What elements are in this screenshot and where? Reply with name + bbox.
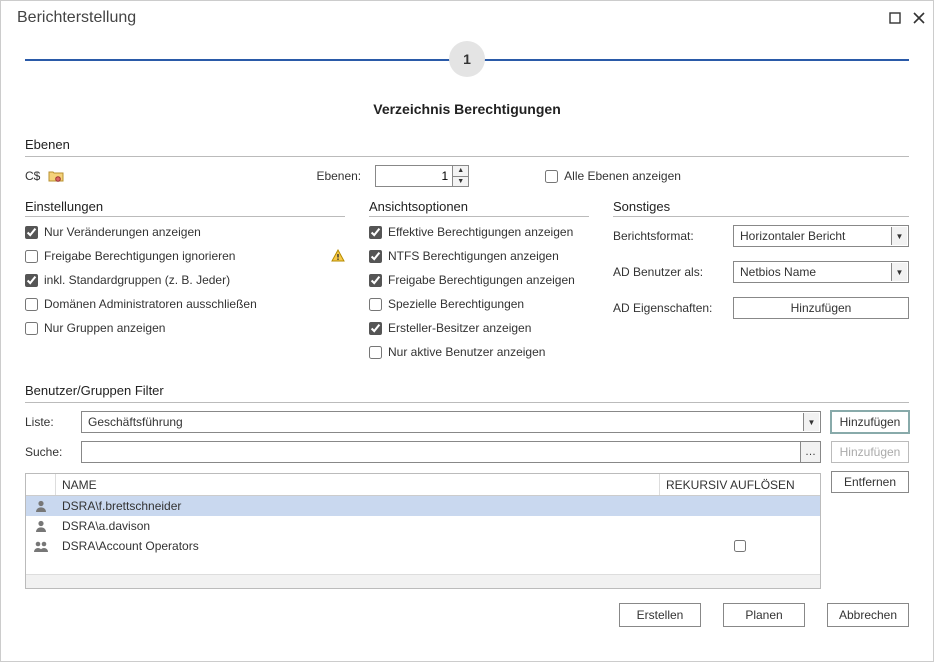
viewopt-checkbox-1[interactable] <box>369 250 382 263</box>
viewopt-item-3[interactable]: Spezielle Berechtigungen <box>369 297 589 311</box>
share-name: C$ <box>25 169 40 183</box>
step-1: 1 <box>449 41 485 77</box>
viewopt-item-4[interactable]: Ersteller-Besitzer anzeigen <box>369 321 589 335</box>
settings-item-4[interactable]: Nur Gruppen anzeigen <box>25 321 345 335</box>
column-header-name[interactable]: NAME <box>56 474 660 495</box>
viewopt-item-0[interactable]: Effektive Berechtigungen anzeigen <box>369 225 589 239</box>
viewopt-checkbox-4[interactable] <box>369 322 382 335</box>
page-title: Verzeichnis Berechtigungen <box>25 101 909 117</box>
report-dialog: Berichterstellung 1 Verzeichnis Berechti… <box>0 0 934 662</box>
chevron-down-icon: ▼ <box>891 263 907 281</box>
report-format-value: Horizontaler Bericht <box>740 229 845 243</box>
table-row[interactable]: DSRA\Account Operators <box>26 536 820 556</box>
settings-label-1: Freigabe Berechtigungen ignorieren <box>44 249 235 263</box>
settings-item-2[interactable]: inkl. Standardgruppen (z. B. Jeder) <box>25 273 345 287</box>
row-name: DSRA\a.davison <box>56 519 660 533</box>
group-icon <box>26 539 56 553</box>
row-name: DSRA\Account Operators <box>56 539 660 553</box>
viewopt-label-0: Effektive Berechtigungen anzeigen <box>388 225 573 239</box>
stepper: 1 <box>25 35 909 83</box>
folder-share-icon <box>48 169 64 183</box>
viewopt-item-1[interactable]: NTFS Berechtigungen anzeigen <box>369 249 589 263</box>
report-format-label: Berichtsformat: <box>613 229 723 243</box>
filter-search-add-button: Hinzufügen <box>831 441 909 463</box>
spinner-down-icon[interactable]: ▼ <box>453 177 468 187</box>
close-icon[interactable] <box>913 12 925 24</box>
browse-button[interactable]: … <box>800 442 820 462</box>
filter-list-label: Liste: <box>25 415 71 429</box>
show-all-levels-label: Alle Ebenen anzeigen <box>564 169 681 183</box>
ad-props-add-button[interactable]: Hinzufügen <box>733 297 909 319</box>
show-all-levels-input[interactable] <box>545 170 558 183</box>
viewopt-label-3: Spezielle Berechtigungen <box>388 297 524 311</box>
settings-item-3[interactable]: Domänen Administratoren ausschließen <box>25 297 345 311</box>
filter-search-label: Suche: <box>25 445 71 459</box>
window-title: Berichterstellung <box>17 9 136 27</box>
horizontal-scrollbar[interactable] <box>26 574 820 588</box>
settings-item-1[interactable]: Freigabe Berechtigungen ignorieren <box>25 249 345 263</box>
recursive-checkbox[interactable] <box>734 540 746 552</box>
filter-search-input[interactable] <box>82 442 800 462</box>
filter-table[interactable]: NAME REKURSIV AUFLÖSEN DSRA\f.brettschne… <box>25 473 821 589</box>
settings-label-3: Domänen Administratoren ausschließen <box>44 297 257 311</box>
filter-search-input-wrap: … <box>81 441 821 463</box>
filter-list-value: Geschäftsführung <box>88 415 183 429</box>
levels-label: Ebenen: <box>316 169 361 183</box>
settings-title: Einstellungen <box>25 199 345 214</box>
settings-checkbox-4[interactable] <box>25 322 38 335</box>
ad-user-select[interactable]: Netbios Name ▼ <box>733 261 909 283</box>
viewopt-label-5: Nur aktive Benutzer anzeigen <box>388 345 545 359</box>
show-all-levels-checkbox[interactable]: Alle Ebenen anzeigen <box>545 169 681 183</box>
settings-checkbox-2[interactable] <box>25 274 38 287</box>
levels-spinner[interactable]: ▲ ▼ <box>375 165 469 187</box>
settings-label-4: Nur Gruppen anzeigen <box>44 321 165 335</box>
misc-title: Sonstiges <box>613 199 909 214</box>
row-name: DSRA\f.brettschneider <box>56 499 660 513</box>
viewopts-title: Ansichtsoptionen <box>369 199 589 214</box>
viewopt-checkbox-0[interactable] <box>369 226 382 239</box>
filter-list-select[interactable]: Geschäftsführung ▼ <box>81 411 821 433</box>
maximize-icon[interactable] <box>889 12 901 24</box>
viewopt-item-5[interactable]: Nur aktive Benutzer anzeigen <box>369 345 589 359</box>
chevron-down-icon: ▼ <box>891 227 907 245</box>
ad-user-value: Netbios Name <box>740 265 816 279</box>
settings-item-0[interactable]: Nur Veränderungen anzeigen <box>25 225 345 239</box>
spinner-up-icon[interactable]: ▲ <box>453 166 468 177</box>
share-chip: C$ <box>25 169 64 183</box>
viewopt-checkbox-3[interactable] <box>369 298 382 311</box>
chevron-down-icon: ▼ <box>803 413 819 431</box>
settings-label-0: Nur Veränderungen anzeigen <box>44 225 201 239</box>
levels-section-label: Ebenen <box>25 137 909 152</box>
table-row[interactable]: DSRA\a.davison <box>26 516 820 536</box>
settings-checkbox-1[interactable] <box>25 250 38 263</box>
viewopt-checkbox-5[interactable] <box>369 346 382 359</box>
window-controls <box>889 12 925 24</box>
ad-user-label: AD Benutzer als: <box>613 265 723 279</box>
table-row[interactable]: DSRA\f.brettschneider <box>26 496 820 516</box>
cancel-button[interactable]: Abbrechen <box>827 603 909 627</box>
viewopt-label-2: Freigabe Berechtigungen anzeigen <box>388 273 575 287</box>
column-header-recursive[interactable]: REKURSIV AUFLÖSEN <box>660 474 820 495</box>
user-icon <box>26 519 56 533</box>
user-icon <box>26 499 56 513</box>
filter-remove-button[interactable]: Entfernen <box>831 471 909 493</box>
settings-checkbox-0[interactable] <box>25 226 38 239</box>
schedule-button[interactable]: Planen <box>723 603 805 627</box>
filter-list-add-button[interactable]: Hinzufügen <box>831 411 909 433</box>
filter-section-label: Benutzer/Gruppen Filter <box>25 383 909 398</box>
levels-input[interactable] <box>376 166 452 186</box>
viewopt-item-2[interactable]: Freigabe Berechtigungen anzeigen <box>369 273 589 287</box>
settings-label-2: inkl. Standardgruppen (z. B. Jeder) <box>44 273 230 287</box>
warning-icon <box>331 249 345 263</box>
report-format-select[interactable]: Horizontaler Bericht ▼ <box>733 225 909 247</box>
ad-props-label: AD Eigenschaften: <box>613 301 723 315</box>
viewopt-label-4: Ersteller-Besitzer anzeigen <box>388 321 531 335</box>
viewopt-checkbox-2[interactable] <box>369 274 382 287</box>
titlebar: Berichterstellung <box>1 1 933 33</box>
viewopt-label-1: NTFS Berechtigungen anzeigen <box>388 249 559 263</box>
create-button[interactable]: Erstellen <box>619 603 701 627</box>
settings-checkbox-3[interactable] <box>25 298 38 311</box>
